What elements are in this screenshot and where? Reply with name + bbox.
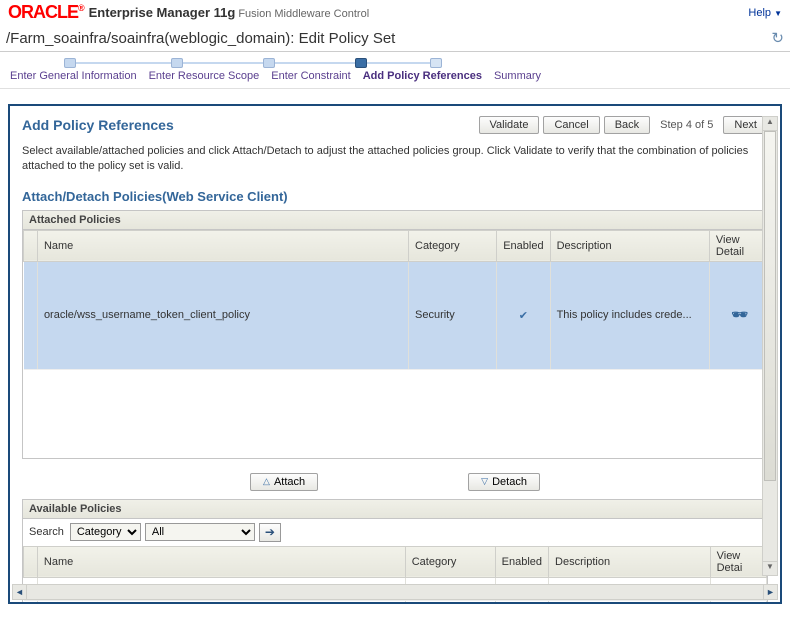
col-description[interactable]: Description	[549, 546, 711, 577]
wizard-step-1[interactable]: Enter General Information	[4, 68, 143, 84]
page-title: Add Policy References	[22, 117, 174, 133]
wizard-nodes	[4, 58, 786, 68]
cell-view-detail: 🕶︎	[709, 261, 766, 369]
main-frame: Add Policy References Validate Cancel Ba…	[8, 104, 782, 604]
page-description: Select available/attached policies and c…	[22, 144, 752, 175]
check-icon: ✔	[503, 309, 543, 322]
wizard-step-3[interactable]: Enter Constraint	[265, 68, 356, 84]
wizard-node-5[interactable]	[430, 58, 442, 68]
back-button[interactable]: Back	[604, 116, 650, 134]
cancel-button[interactable]: Cancel	[543, 116, 599, 134]
product-name: Enterprise Manager 11g	[89, 5, 236, 20]
wizard-step-4[interactable]: Add Policy References	[357, 68, 488, 84]
module-name: Fusion Middleware Control	[238, 6, 369, 20]
refresh-icon[interactable]: ↻	[771, 29, 784, 47]
oracle-logo: ORACLE®	[8, 2, 89, 23]
available-policies-header: Available Policies	[23, 500, 767, 519]
wizard-node-2[interactable]	[171, 58, 183, 68]
triangle-up-icon: △	[263, 476, 270, 487]
col-view-detail[interactable]: View Detail	[709, 230, 766, 261]
col-enabled[interactable]: Enabled	[495, 546, 548, 577]
attach-detach-bar: △Attach ▽Detach	[22, 469, 768, 499]
section-title: Attach/Detach Policies(Web Service Clien…	[22, 189, 768, 204]
search-value-select[interactable]: All	[145, 523, 255, 541]
wizard-labels: Enter General Information Enter Resource…	[4, 68, 786, 84]
cell-description: This policy includes crede...	[550, 261, 709, 369]
search-bar: Search Category All ➔	[23, 519, 767, 546]
scroll-up-arrow[interactable]: ▲	[763, 117, 777, 131]
attached-policies-panel: Attached Policies Name Category Enabled …	[22, 210, 768, 459]
vertical-scrollbar[interactable]: ▲ ▼	[762, 116, 778, 576]
cell-category: Security	[409, 261, 497, 369]
help-menu[interactable]: Help ▼	[748, 7, 782, 19]
button-bar: Validate Cancel Back Step 4 of 5 Next	[479, 116, 769, 134]
detach-button[interactable]: ▽Detach	[468, 473, 540, 491]
cell-view-detail: 🕶︎	[710, 600, 766, 602]
scroll-thumb[interactable]	[764, 131, 776, 481]
scroll-left-arrow[interactable]: ◄	[13, 585, 27, 599]
wizard-step-2[interactable]: Enter Resource Scope	[143, 68, 266, 84]
scroll-right-arrow[interactable]: ►	[763, 585, 777, 599]
col-enabled[interactable]: Enabled	[497, 230, 550, 261]
attached-policies-header: Attached Policies	[23, 211, 767, 230]
breadcrumb-bar: /Farm_soainfra/soainfra(weblogic_domain)…	[0, 25, 790, 52]
table-row[interactable]: oracle/wss_username_token_client_policyS…	[24, 261, 767, 369]
breadcrumb: /Farm_soainfra/soainfra(weblogic_domain)…	[6, 30, 395, 47]
col-category[interactable]: Category	[405, 546, 495, 577]
cell-name: oracle/wss_username_token_client_policy	[37, 261, 408, 369]
cell-description: This policy causes the pla...	[549, 600, 711, 602]
wizard-node-4[interactable]	[355, 58, 367, 68]
app-header: ORACLE® Enterprise Manager 11g Fusion Mi…	[0, 0, 790, 25]
col-name[interactable]: Name	[37, 230, 408, 261]
wizard-bar: Enter General Information Enter Resource…	[0, 52, 790, 89]
cell-enabled: ✔	[497, 261, 550, 369]
search-go-button[interactable]: ➔	[259, 523, 281, 542]
validate-button[interactable]: Validate	[479, 116, 540, 134]
triangle-down-icon: ▽	[481, 476, 488, 487]
step-indicator: Step 4 of 5	[654, 117, 719, 133]
table-row[interactable]: oracle/wsaddr_policyWS-Addressing✔This p…	[24, 600, 767, 602]
attached-policies-table: Name Category Enabled Description View D…	[23, 230, 767, 370]
attach-button[interactable]: △Attach	[250, 473, 318, 491]
cell-category: WS-Addressing	[405, 600, 495, 602]
view-detail-icon[interactable]: 🕶︎	[716, 307, 760, 323]
col-description[interactable]: Description	[550, 230, 709, 261]
wizard-node-1[interactable]	[64, 58, 76, 68]
col-category[interactable]: Category	[409, 230, 497, 261]
search-by-select[interactable]: Category	[70, 523, 141, 541]
search-label: Search	[29, 526, 64, 538]
wizard-node-3[interactable]	[263, 58, 275, 68]
chevron-down-icon: ▼	[774, 9, 782, 18]
horizontal-scrollbar[interactable]: ◄ ►	[12, 584, 778, 600]
cell-name: oracle/wsaddr_policy	[37, 600, 405, 602]
cell-enabled: ✔	[495, 600, 548, 602]
wizard-step-5[interactable]: Summary	[488, 68, 547, 84]
col-view-detail[interactable]: View Detai	[710, 546, 766, 577]
scroll-down-arrow[interactable]: ▼	[763, 561, 777, 575]
col-name[interactable]: Name	[37, 546, 405, 577]
